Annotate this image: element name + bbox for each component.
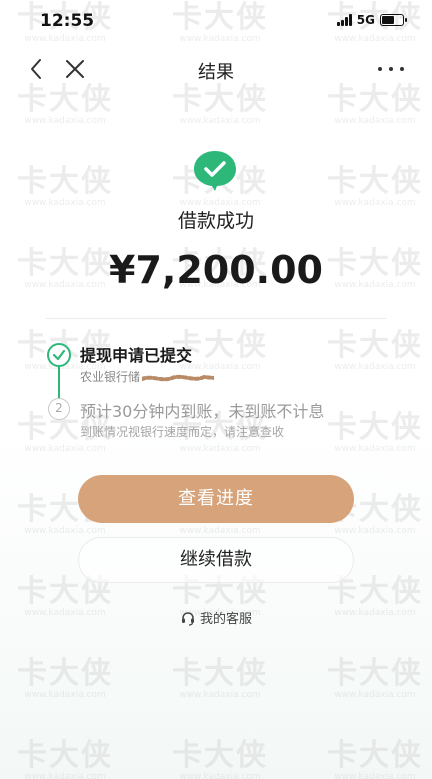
- customer-service-link[interactable]: 我的客服: [0, 608, 432, 627]
- loan-amount: ¥7,200.00: [109, 248, 323, 292]
- watermark: 卡大侠www.kadaxia.com: [172, 738, 268, 779]
- step-1-title: 提现申请已提交: [80, 346, 193, 365]
- page-title: 结果: [198, 62, 234, 83]
- more-dots-icon[interactable]: [378, 56, 404, 82]
- signal-icon: [336, 14, 352, 26]
- watermark: 卡大侠www.kadaxia.com: [17, 164, 113, 209]
- divider: [46, 318, 386, 319]
- step-2-number: 2: [48, 398, 70, 420]
- battery-icon: [380, 14, 407, 26]
- watermark: 卡大侠www.kadaxia.com: [327, 164, 423, 209]
- headset-icon: [180, 610, 196, 626]
- success-check-icon: [192, 149, 238, 193]
- bank-name: 农业银行储: [80, 370, 141, 384]
- step-2-subtitle: 到账情况视银行速度而定，请注意查收: [80, 425, 285, 439]
- watermark: 卡大侠www.kadaxia.com: [172, 656, 268, 701]
- screen: 卡大侠 www.kadaxia.com 卡大侠 www.kadaxia.com 卡大侠 w…: [0, 0, 432, 779]
- status-bar: 12:55 5G: [0, 0, 432, 42]
- customer-service-label: 我的客服: [199, 612, 252, 627]
- step-done-check-icon: [46, 342, 72, 368]
- watermark: 卡大侠www.kadaxia.com: [327, 738, 423, 779]
- redacted-account: [140, 372, 217, 382]
- status-time: 12:55: [40, 11, 95, 31]
- view-progress-button[interactable]: 查看进度: [78, 475, 354, 523]
- step-2-title: 预计30分钟内到账，未到账不计息: [80, 402, 325, 421]
- continue-borrowing-button[interactable]: 继续借款: [78, 537, 354, 583]
- nav-bar: 结果: [0, 48, 432, 92]
- progress-steps: 提现申请已提交 农业银行储 2 预计30分钟内到账，未到账不计息 到账情况视银行…: [46, 340, 386, 440]
- network-type: 5G: [356, 13, 375, 27]
- watermark: 卡大侠www.kadaxia.com: [17, 656, 113, 701]
- status-indicators: 5G: [336, 13, 407, 27]
- step-1-subtitle: 农业银行储: [80, 368, 217, 385]
- watermark: 卡大侠www.kadaxia.com: [17, 738, 113, 779]
- result-title: 借款成功: [177, 210, 254, 232]
- watermark: 卡大侠www.kadaxia.com: [327, 656, 423, 701]
